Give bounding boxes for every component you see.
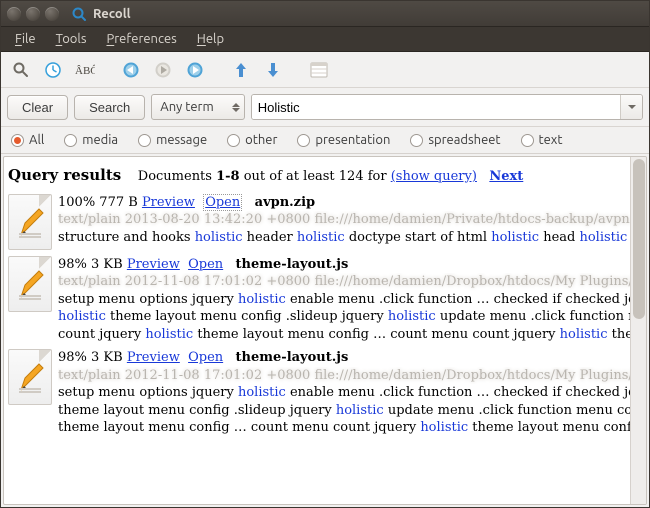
highlight-term: holistic bbox=[58, 309, 106, 324]
show-query-link[interactable]: (show query) bbox=[391, 169, 477, 184]
filter-presentation[interactable]: presentation bbox=[297, 133, 390, 147]
window-title: Recoll bbox=[93, 7, 131, 21]
search-combo bbox=[251, 94, 643, 120]
sort-time-icon[interactable] bbox=[39, 56, 67, 84]
sort-asc-icon[interactable] bbox=[227, 56, 255, 84]
close-window-button[interactable] bbox=[7, 7, 21, 21]
result-filename: avpn.zip bbox=[255, 195, 315, 210]
highlight-term: holistic bbox=[195, 230, 243, 245]
nav-forward-icon[interactable] bbox=[149, 56, 177, 84]
result-thumbnail-icon bbox=[8, 349, 52, 405]
match-mode-select[interactable]: Any term bbox=[151, 94, 244, 120]
toolbar: ÂBĈ bbox=[1, 52, 649, 88]
app-logo-icon bbox=[71, 6, 87, 22]
filter-other[interactable]: other bbox=[227, 133, 277, 147]
result-score: 98% 3 KB bbox=[58, 257, 123, 272]
highlight-term: holistic bbox=[238, 385, 286, 400]
result-snippet: setup menu options jquery holistic enabl… bbox=[58, 291, 630, 344]
result-meta: text/plain 2012-11-08 17:01:02 +0800 fil… bbox=[58, 367, 630, 385]
result-snippet: structure and hooks holistic header holi… bbox=[58, 229, 630, 247]
minimize-window-button[interactable] bbox=[26, 7, 40, 21]
menu-tools[interactable]: Tools bbox=[46, 29, 97, 49]
highlight-term: holistic bbox=[336, 403, 384, 418]
clear-button[interactable]: Clear bbox=[7, 95, 68, 120]
table-view-icon[interactable] bbox=[305, 56, 333, 84]
svg-text:ÂBĈ: ÂBĈ bbox=[75, 65, 95, 77]
result-item: 98% 3 KB Preview Open theme-layout.jstex… bbox=[8, 256, 626, 344]
preview-link[interactable]: Preview bbox=[127, 257, 180, 272]
result-filename: theme-layout.js bbox=[236, 350, 349, 365]
result-filename: theme-layout.js bbox=[236, 257, 349, 272]
match-mode-label: Any term bbox=[160, 100, 213, 114]
result-item: 98% 3 KB Preview Open theme-layout.jstex… bbox=[8, 349, 626, 437]
filter-all[interactable]: All bbox=[11, 133, 44, 147]
nav-reload-icon[interactable] bbox=[181, 56, 209, 84]
filter-spreadsheet[interactable]: spreadsheet bbox=[410, 133, 500, 147]
menubar: File Tools Preferences Help bbox=[1, 27, 649, 52]
results-list: Query results Documents 1-8 out of at le… bbox=[4, 157, 630, 504]
window-controls bbox=[7, 7, 59, 21]
menu-help[interactable]: Help bbox=[187, 29, 234, 49]
open-link[interactable]: Open bbox=[188, 257, 223, 272]
result-thumbnail-icon bbox=[8, 194, 52, 250]
charset-icon[interactable]: ÂBĈ bbox=[71, 56, 99, 84]
result-meta: text/plain 2013-08-20 13:42:20 +0800 fil… bbox=[58, 211, 630, 229]
result-thumbnail-icon bbox=[8, 256, 52, 312]
nav-back-icon[interactable] bbox=[117, 56, 145, 84]
result-snippet: setup menu options jquery holistic enabl… bbox=[58, 384, 630, 437]
highlight-term: holistic bbox=[145, 327, 193, 342]
highlight-term: holistic bbox=[388, 309, 436, 324]
results-pane: Query results Documents 1-8 out of at le… bbox=[3, 156, 647, 505]
highlight-term: holistic bbox=[238, 292, 286, 307]
open-link[interactable]: Open bbox=[203, 194, 242, 211]
search-history-dropdown[interactable] bbox=[620, 95, 642, 119]
result-meta: text/plain 2012-11-08 17:01:02 +0800 fil… bbox=[58, 273, 630, 291]
preview-link[interactable]: Preview bbox=[142, 195, 195, 210]
result-score: 100% 777 B bbox=[58, 195, 138, 210]
advanced-search-icon[interactable] bbox=[7, 56, 35, 84]
highlight-term: holistic bbox=[491, 230, 539, 245]
search-button[interactable]: Search bbox=[74, 95, 145, 120]
highlight-term: holistic bbox=[579, 230, 627, 245]
sort-desc-icon[interactable] bbox=[259, 56, 287, 84]
filter-media[interactable]: media bbox=[64, 133, 118, 147]
next-page-link[interactable]: Next bbox=[489, 169, 523, 184]
menu-file[interactable]: File bbox=[5, 29, 46, 49]
preview-link[interactable]: Preview bbox=[127, 350, 180, 365]
search-input[interactable] bbox=[252, 95, 620, 119]
highlight-term: holistic bbox=[560, 327, 608, 342]
result-item: 100% 777 B Preview Open avpn.ziptext/pla… bbox=[8, 194, 626, 250]
search-row: Clear Search Any term bbox=[1, 88, 649, 127]
maximize-window-button[interactable] bbox=[45, 7, 59, 21]
highlight-term: holistic bbox=[420, 420, 468, 435]
scroll-thumb[interactable] bbox=[633, 159, 645, 319]
category-filter-row: All media message other presentation spr… bbox=[1, 127, 649, 154]
result-score: 98% 3 KB bbox=[58, 350, 123, 365]
filter-text[interactable]: text bbox=[521, 133, 563, 147]
results-scrollbar[interactable] bbox=[630, 157, 646, 504]
titlebar: Recoll bbox=[1, 1, 649, 27]
filter-message[interactable]: message bbox=[138, 133, 207, 147]
menu-preferences[interactable]: Preferences bbox=[96, 29, 186, 49]
open-link[interactable]: Open bbox=[188, 350, 223, 365]
results-header: Query results Documents 1-8 out of at le… bbox=[8, 165, 626, 186]
highlight-term: holistic bbox=[297, 230, 345, 245]
